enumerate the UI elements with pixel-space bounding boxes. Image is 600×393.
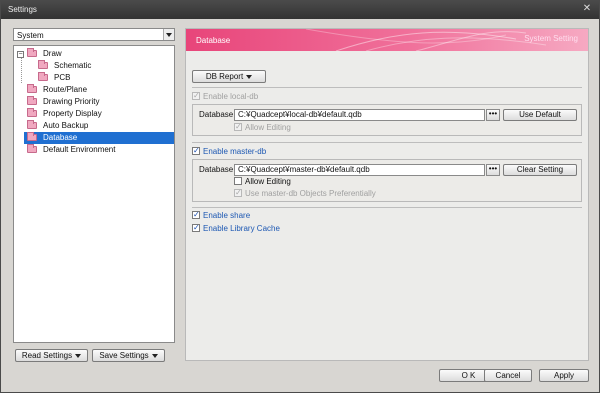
panel-subheading: System Setting	[524, 34, 578, 43]
folder-icon	[27, 84, 37, 93]
local-allow-editing-label: Allow Editing	[245, 123, 291, 132]
tree-item-schematic[interactable]: Schematic	[38, 60, 94, 72]
folder-icon	[38, 60, 48, 69]
collapse-toggle-icon[interactable]: −	[17, 51, 24, 58]
read-settings-label: Read Settings	[21, 351, 73, 360]
tree-item-label: Schematic	[54, 61, 92, 70]
enable-share-label: Enable share	[203, 211, 251, 220]
enable-master-db-checkbox[interactable]: Enable master-db	[192, 146, 267, 159]
checkbox-icon	[234, 177, 242, 185]
local-db-group: Database C:¥Quadcept¥local-db¥default.qd…	[192, 104, 582, 136]
enable-local-db-label: Enable local-db	[203, 92, 259, 101]
panel-heading: Database	[196, 36, 231, 45]
master-db-database-label: Database	[199, 165, 234, 174]
tree-item-auto-backup[interactable]: Auto Backup	[27, 120, 91, 132]
enable-local-db-checkbox[interactable]: Enable local-db	[192, 91, 259, 104]
folder-icon	[27, 48, 37, 57]
dropdown-arrow-icon	[246, 75, 253, 79]
separator	[192, 207, 582, 208]
folder-icon	[38, 72, 48, 81]
tree-item-label: Draw	[43, 49, 62, 58]
apply-button[interactable]: Apply	[539, 369, 589, 382]
folder-icon	[27, 132, 37, 141]
folder-icon	[27, 120, 37, 129]
save-settings-button[interactable]: Save Settings	[92, 349, 165, 362]
tree-item-default-environment[interactable]: Default Environment	[27, 144, 118, 156]
dropdown-arrow-icon	[75, 354, 82, 358]
master-db-browse-button[interactable]: •••	[486, 164, 500, 176]
tree-item-label: Property Display	[43, 109, 102, 118]
master-allow-editing-checkbox[interactable]: Allow Editing	[234, 177, 291, 189]
dropdown-arrow-icon	[151, 354, 158, 358]
use-default-button[interactable]: Use Default	[503, 109, 577, 121]
master-allow-editing-label: Allow Editing	[245, 177, 291, 186]
local-allow-editing-checkbox[interactable]: Allow Editing	[234, 122, 291, 135]
separator	[192, 87, 582, 88]
tree-item-pcb[interactable]: PCB	[38, 72, 73, 84]
tree-item-database[interactable]: Database	[24, 132, 174, 144]
enable-master-db-label: Enable master-db	[203, 147, 267, 156]
checkbox-icon	[192, 223, 200, 233]
save-settings-label: Save Settings	[99, 351, 149, 360]
local-db-database-label: Database	[199, 110, 234, 119]
settings-window: Settings ✕ System − Draw Schematic PCB R…	[0, 0, 600, 393]
checkbox-icon	[192, 146, 200, 156]
master-db-path-input[interactable]: C:¥Quadcept¥master-db¥default.qdb	[234, 164, 485, 176]
folder-icon	[27, 108, 37, 117]
tree-item-route-plane[interactable]: Route/Plane	[27, 84, 90, 96]
settings-tree: − Draw Schematic PCB Route/Plane Drawing…	[13, 45, 175, 343]
tree-item-label: Route/Plane	[43, 85, 88, 94]
close-icon[interactable]: ✕	[581, 3, 593, 15]
checkbox-icon	[192, 210, 200, 220]
checkbox-icon	[234, 122, 242, 132]
use-master-db-preferentially-checkbox[interactable]: Use master-db Objects Preferentially	[234, 188, 376, 201]
tree-item-label: Auto Backup	[43, 121, 89, 130]
folder-icon	[27, 144, 37, 153]
db-report-button[interactable]: DB Report	[192, 70, 266, 83]
use-master-db-preferentially-label: Use master-db Objects Preferentially	[245, 189, 376, 198]
checkbox-icon	[234, 188, 242, 198]
category-select[interactable]: System	[13, 28, 175, 41]
cancel-button[interactable]: Cancel	[484, 369, 532, 382]
tree-item-label: Default Environment	[43, 145, 116, 154]
master-db-group: Database C:¥Quadcept¥master-db¥default.q…	[192, 159, 582, 202]
window-title: Settings	[8, 5, 37, 14]
folder-icon	[27, 96, 37, 105]
tree-item-property-display[interactable]: Property Display	[27, 108, 105, 120]
chevron-down-icon[interactable]	[163, 29, 174, 40]
category-select-value: System	[17, 31, 44, 40]
enable-share-checkbox[interactable]: Enable share	[192, 210, 251, 223]
read-settings-button[interactable]: Read Settings	[15, 349, 88, 362]
local-db-path-input[interactable]: C:¥Quadcept¥local-db¥default.qdb	[234, 109, 485, 121]
local-db-browse-button[interactable]: •••	[486, 109, 500, 121]
checkbox-icon	[192, 91, 200, 101]
separator	[192, 142, 582, 143]
settings-panel: Database System Setting DB Report Enable…	[185, 28, 589, 361]
tree-item-label: PCB	[54, 73, 71, 82]
clear-setting-button[interactable]: Clear Setting	[503, 164, 577, 176]
panel-banner: Database System Setting	[186, 29, 588, 51]
tree-item-label: Database	[43, 133, 78, 142]
title-bar: Settings ✕	[1, 1, 599, 19]
tree-item-draw[interactable]: Draw	[27, 48, 65, 60]
tree-item-label: Drawing Priority	[43, 97, 100, 106]
db-report-label: DB Report	[205, 72, 244, 81]
enable-library-cache-checkbox[interactable]: Enable Library Cache	[192, 223, 280, 236]
enable-library-cache-label: Enable Library Cache	[203, 224, 280, 233]
tree-item-drawing-priority[interactable]: Drawing Priority	[27, 96, 102, 108]
tree-connector-line	[21, 58, 22, 83]
